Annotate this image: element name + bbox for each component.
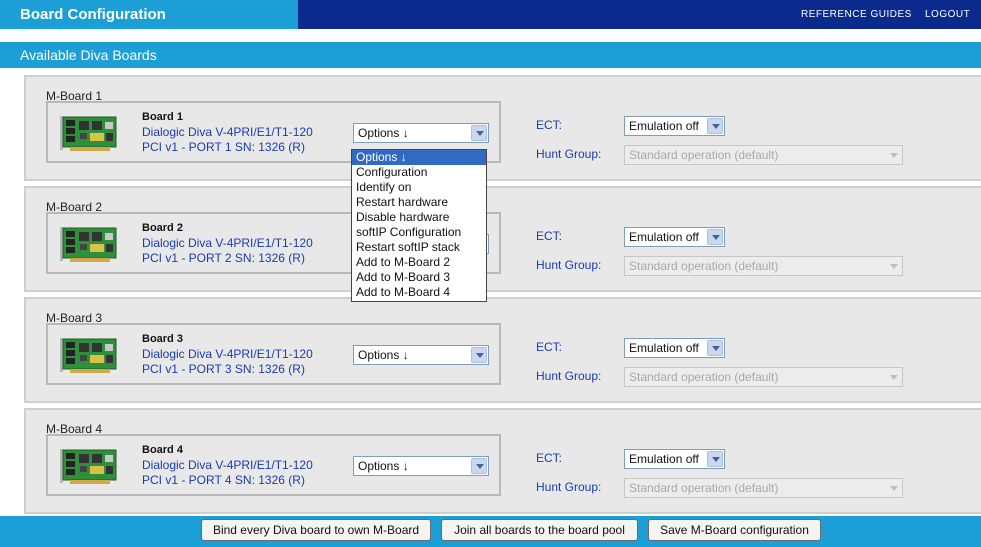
ect-label: ECT: [536,340,563,354]
save-mboard-config-button[interactable]: Save M-Board configuration [648,519,821,541]
chevron-down-icon [885,369,901,385]
dropdown-option[interactable]: Disable hardware [352,210,486,225]
board-model: Dialogic Diva V-4PRI/E1/T1-120 [142,347,313,361]
hunt-group-label: Hunt Group: [536,258,602,272]
board-port: PCI v1 - PORT 1 SN: 1326 (R) [142,140,305,154]
chevron-down-icon[interactable] [471,458,487,474]
board-options-select[interactable]: Options ↓ [353,345,489,365]
board-port: PCI v1 - PORT 3 SN: 1326 (R) [142,362,305,376]
board-name: Board 4 [142,444,183,456]
chevron-down-icon [885,147,901,163]
hunt-group-select: Standard operation (default) [624,256,903,276]
ect-select[interactable]: Emulation off [624,338,725,358]
board-model: Dialogic Diva V-4PRI/E1/T1-120 [142,125,313,139]
pci-card-icon [60,336,118,374]
mboard-panel: M-Board 2 Board 2 Dialogic Diva V-4PRI/E1/… [24,186,981,292]
board-model: Dialogic Diva V-4PRI/E1/T1-120 [142,458,313,472]
hunt-group-select-value: Standard operation (default) [629,148,779,162]
ect-select-value: Emulation off [629,341,699,355]
ect-select-value: Emulation off [629,452,699,466]
chevron-down-icon[interactable] [471,347,487,363]
ect-select[interactable]: Emulation off [624,449,725,469]
dropdown-option[interactable]: Restart softIP stack [352,240,486,255]
options-dropdown-list[interactable]: Options ↓ Configuration Identify on Restart… [351,149,487,302]
dropdown-option[interactable]: Options ↓ [352,150,486,165]
dropdown-option[interactable]: Configuration [352,165,486,180]
board-options-select[interactable]: Options ↓ [353,456,489,476]
board-card: Board 4 Dialogic Diva V-4PRI/E1/T1-120 PCI… [46,434,501,496]
ect-select-value: Emulation off [629,230,699,244]
ect-select[interactable]: Emulation off [624,116,725,136]
hunt-group-label: Hunt Group: [536,480,602,494]
mboard-panel: M-Board 4 Board 4 Dialogic Diva V-4PRI/E1/… [24,408,981,514]
hunt-group-label: Hunt Group: [536,147,602,161]
chevron-down-icon[interactable] [707,451,723,467]
board-port: PCI v1 - PORT 2 SN: 1326 (R) [142,251,305,265]
hunt-group-select: Standard operation (default) [624,145,903,165]
chevron-down-icon [885,258,901,274]
board-model: Dialogic Diva V-4PRI/E1/T1-120 [142,236,313,250]
options-select-value: Options ↓ [358,459,409,473]
board-name: Board 3 [142,333,183,345]
board-name: Board 2 [142,222,183,234]
hunt-group-select: Standard operation (default) [624,367,903,387]
ect-label: ECT: [536,118,563,132]
chevron-down-icon[interactable] [707,229,723,245]
hunt-group-select-value: Standard operation (default) [629,259,779,273]
join-all-boards-button[interactable]: Join all boards to the board pool [441,519,638,541]
dropdown-option[interactable]: Restart hardware [352,195,486,210]
board-port: PCI v1 - PORT 4 SN: 1326 (R) [142,473,305,487]
ect-select[interactable]: Emulation off [624,227,725,247]
board-card: Board 3 Dialogic Diva V-4PRI/E1/T1-120 PCI… [46,323,501,385]
hunt-group-label: Hunt Group: [536,369,602,383]
dropdown-option[interactable]: Add to M-Board 3 [352,270,486,285]
board-options-select[interactable]: Options ↓ [353,123,489,143]
chevron-down-icon [885,480,901,496]
hunt-group-select-value: Standard operation (default) [629,370,779,384]
dropdown-option[interactable]: Add to M-Board 4 [352,285,486,300]
ect-label: ECT: [536,451,563,465]
pci-card-icon [60,447,118,485]
mboard-panel: M-Board 3 Board 3 Dialogic Diva V-4PRI/E1/… [24,297,981,403]
ect-select-value: Emulation off [629,119,699,133]
dropdown-option[interactable]: softIP Configuration [352,225,486,240]
bind-every-board-button[interactable]: Bind every Diva board to own M-Board [201,519,431,541]
logout-link[interactable]: LOGOUT [925,9,970,20]
hunt-group-select: Standard operation (default) [624,478,903,498]
hunt-group-select-value: Standard operation (default) [629,481,779,495]
options-select-value: Options ↓ [358,126,409,140]
section-title: Available Diva Boards [20,47,157,63]
page-title: Board Configuration [20,6,166,23]
board-name: Board 1 [142,111,183,123]
reference-guides-link[interactable]: REFERENCE GUIDES [801,9,912,20]
chevron-down-icon[interactable] [471,125,487,141]
dropdown-option[interactable]: Add to M-Board 2 [352,255,486,270]
pci-card-icon [60,225,118,263]
pci-card-icon [60,114,118,152]
options-select-value: Options ↓ [358,348,409,362]
dropdown-option[interactable]: Identify on [352,180,486,195]
chevron-down-icon[interactable] [707,340,723,356]
ect-label: ECT: [536,229,563,243]
chevron-down-icon[interactable] [707,118,723,134]
mboard-panel: M-Board 1 Board 1 Dialogic Diva V-4PRI/E1/… [24,75,981,181]
